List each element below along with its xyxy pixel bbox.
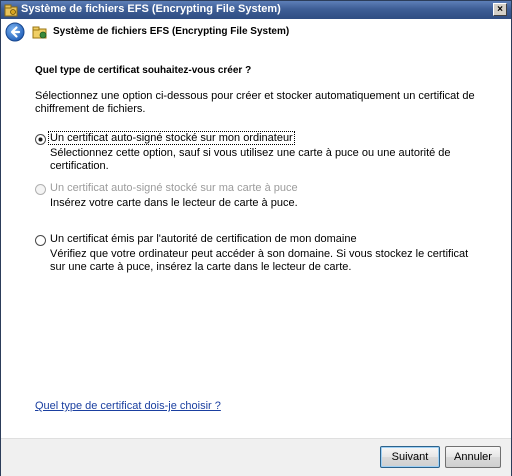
efs-app-icon bbox=[4, 3, 18, 17]
option-label[interactable]: Un certificat auto-signé stocké sur mon … bbox=[48, 131, 295, 145]
wizard-header: Système de fichiers EFS (Encrypting File… bbox=[1, 19, 511, 45]
option-label: Un certificat auto-signé stocké sur ma c… bbox=[50, 182, 298, 194]
back-arrow-icon bbox=[5, 22, 25, 42]
close-icon: × bbox=[497, 4, 503, 15]
radio-selected-icon[interactable] bbox=[35, 134, 46, 145]
back-button[interactable] bbox=[5, 22, 25, 42]
radio-disabled-icon bbox=[35, 184, 46, 195]
option-label[interactable]: Un certificat émis par l'autorité de cer… bbox=[50, 233, 357, 245]
next-button[interactable]: Suivant bbox=[380, 446, 440, 468]
wizard-footer: Suivant Annuler bbox=[1, 438, 511, 476]
option-description: Insérez votre carte dans le lecteur de c… bbox=[50, 197, 298, 209]
cancel-button[interactable]: Annuler bbox=[445, 446, 501, 468]
title-bar[interactable]: Système de fichiers EFS (Encrypting File… bbox=[1, 1, 511, 19]
intro-text: Sélectionnez une option ci-dessous pour … bbox=[35, 90, 475, 115]
option-description: Sélectionnez cette option, sauf si vous … bbox=[50, 147, 451, 172]
wizard-content: Quel type de certificat souhaitez-vous c… bbox=[1, 45, 511, 438]
radio-unselected-icon[interactable] bbox=[35, 235, 46, 246]
wizard-title: Système de fichiers EFS (Encrypting File… bbox=[53, 26, 290, 37]
question-heading: Quel type de certificat souhaitez-vous c… bbox=[35, 65, 252, 76]
certificate-folder-icon bbox=[32, 24, 48, 40]
certificate-help-link[interactable]: Quel type de certificat dois-je choisir … bbox=[35, 400, 221, 412]
window-title: Système de fichiers EFS (Encrypting File… bbox=[21, 3, 281, 15]
close-button[interactable]: × bbox=[493, 3, 507, 16]
option-description: Vérifiez que votre ordinateur peut accéd… bbox=[50, 248, 469, 273]
efs-wizard-window: Système de fichiers EFS (Encrypting File… bbox=[0, 0, 512, 476]
